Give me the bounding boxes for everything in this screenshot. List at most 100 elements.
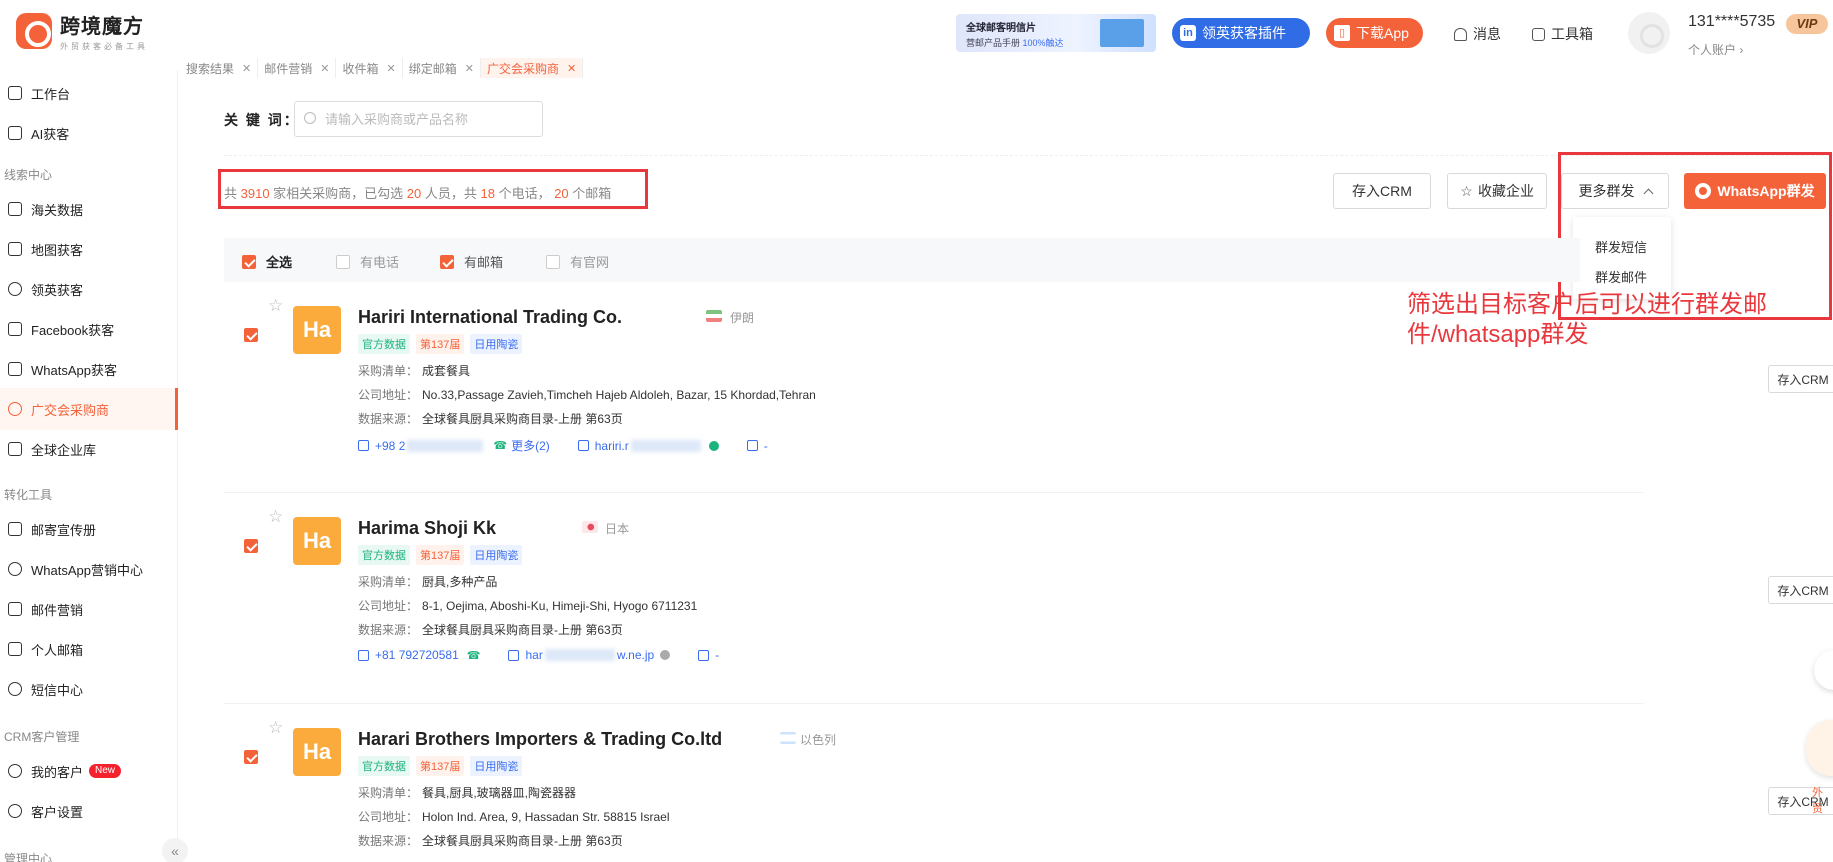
floating-cart-button[interactable] <box>1814 650 1833 690</box>
star-icon: ☆ <box>1460 182 1473 199</box>
keyword-search-input[interactable] <box>294 101 543 137</box>
sidebar-item-linkedin[interactable]: 领英获客 <box>8 276 83 302</box>
filter-has-website[interactable]: 有官网 <box>546 252 609 271</box>
sidebar-collapse-button[interactable]: « <box>162 838 188 862</box>
company-logo: Ha <box>293 517 341 565</box>
sidebar-item-sms[interactable]: 短信中心 <box>8 676 83 702</box>
tag-category: 日用陶瓷 <box>470 756 523 776</box>
phone-icon <box>358 440 369 451</box>
sidebar-item-customer-settings[interactable]: 客户设置 <box>8 798 83 824</box>
toolbox-link[interactable]: 工具箱 <box>1532 24 1593 44</box>
monitor-icon <box>746 440 758 451</box>
download-app-button[interactable]: ▯ 下载App <box>1326 18 1423 48</box>
tab-search-results[interactable]: 搜索结果 ✕ <box>180 58 259 78</box>
tag-category: 日用陶瓷 <box>470 334 523 354</box>
promo-banner[interactable]: 全球邮客明信片 营邮产品手册 100%触达 <box>956 14 1156 52</box>
sidebar-item-global-companies[interactable]: 全球企业库 <box>8 436 96 462</box>
data-source: 数据来源： 全球餐具厨具采购商目录-上册 第63页 <box>358 834 623 848</box>
tab-label: 邮件营销 <box>264 61 313 76</box>
phone-contact[interactable]: +81 792720581 ☎ <box>358 648 480 662</box>
row-save-crm-button[interactable]: 存入CRM <box>1768 365 1833 393</box>
sidebar-item-label: 邮寄宣传册 <box>31 522 97 538</box>
row-checkbox[interactable] <box>244 328 258 342</box>
tab-bind-email[interactable]: 绑定邮箱 ✕ <box>403 58 481 78</box>
tab-canton-fair-buyers[interactable]: 广交会采购商 ✕ <box>480 58 584 78</box>
building-icon <box>8 442 22 456</box>
sidebar-item-whatsapp-center[interactable]: WhatsApp营销中心 <box>8 556 143 582</box>
mail-icon <box>577 440 589 451</box>
contact-row: +98 2 ☎ 更多(2) hariri.r - <box>358 437 796 454</box>
tag-session: 第137届 <box>416 545 465 565</box>
more-phones-link[interactable]: 更多(2) <box>511 437 550 454</box>
website-contact[interactable]: - <box>746 439 768 453</box>
floating-assistant-avatar[interactable] <box>1806 720 1833 776</box>
map-icon <box>8 242 22 256</box>
star-icon[interactable]: ☆ <box>268 507 283 527</box>
app-logo[interactable]: 跨境魔方 外贸获客必备工具 <box>16 10 148 52</box>
sidebar-item-label: 客户设置 <box>31 804 84 820</box>
country: 日本 <box>605 522 630 536</box>
filter-label: 有官网 <box>570 255 610 270</box>
sidebar-item-customs[interactable]: 海关数据 <box>8 196 83 222</box>
tab-label: 广交会采购商 <box>486 61 559 76</box>
close-icon[interactable]: ✕ <box>320 62 329 75</box>
website-contact[interactable]: - <box>698 648 719 662</box>
star-icon[interactable]: ☆ <box>268 718 283 738</box>
sidebar-item-label: 广交会采购商 <box>31 402 110 418</box>
row-save-crm-button[interactable]: 存入CRM <box>1768 576 1833 604</box>
avatar[interactable] <box>1628 12 1670 54</box>
sidebar-item-brochure[interactable]: 邮寄宣传册 <box>8 516 96 542</box>
company-name[interactable]: Hariri International Trading Co. <box>358 307 622 328</box>
section-conversion: 转化工具 <box>4 488 53 502</box>
sidebar-item-ai[interactable]: AI获客 <box>8 120 69 146</box>
select-all-checkbox[interactable]: 全选 <box>242 252 292 271</box>
company-name[interactable]: Harari Brothers Importers & Trading Co.l… <box>358 729 722 750</box>
close-icon[interactable]: ✕ <box>242 62 251 75</box>
checkbox-checked-icon <box>440 254 454 269</box>
sidebar-item-workbench[interactable]: 工作台 <box>8 80 70 106</box>
linkedin-plugin-button[interactable]: in 领英获客插件 <box>1172 18 1310 48</box>
purchase-list: 采购清单： 厨具,多种产品 <box>358 575 498 589</box>
sidebar-item-label: 短信中心 <box>31 682 84 698</box>
close-icon[interactable]: ✕ <box>567 62 576 75</box>
tab-email-marketing[interactable]: 邮件营销 ✕ <box>258 58 337 78</box>
filter-has-phone[interactable]: 有电话 <box>336 252 399 271</box>
close-icon[interactable]: ✕ <box>465 62 474 75</box>
sidebar-item-label: AI获客 <box>31 126 70 142</box>
tab-label: 收件箱 <box>342 61 379 76</box>
email-contact[interactable]: har w.ne.jp <box>508 648 671 662</box>
star-icon[interactable]: ☆ <box>268 296 283 316</box>
phone-icon: ▯ <box>1334 25 1350 41</box>
personal-account-link[interactable]: 个人账户 › <box>1688 41 1743 58</box>
tab-inbox[interactable]: 收件箱 ✕ <box>336 58 403 78</box>
phone-contact[interactable]: +98 2 ☎ 更多(2) <box>358 437 550 454</box>
save-crm-button[interactable]: 存入CRM <box>1333 173 1431 209</box>
contact-row: +81 792720581 ☎ har w.ne.jp - <box>358 648 747 662</box>
tag-official: 官方数据 <box>358 545 410 565</box>
filter-label: 全选 <box>266 255 293 270</box>
row-checkbox[interactable] <box>244 750 258 764</box>
company-name[interactable]: Harima Shoji Kk <box>358 518 496 539</box>
sidebar-item-facebook[interactable]: Facebook获客 <box>8 316 114 342</box>
messages-link[interactable]: 消息 <box>1454 24 1501 44</box>
sidebar-item-whatsapp[interactable]: WhatsApp获客 <box>8 356 117 382</box>
linkedin-icon: in <box>1180 25 1196 41</box>
sidebar-item-my-customers[interactable]: 我的客户 New <box>8 758 122 784</box>
promo-highlight: 100%触达 <box>1022 38 1064 48</box>
mailbox-icon <box>8 522 22 536</box>
row-checkbox[interactable] <box>244 539 258 553</box>
purchase-list: 采购清单： 成套餐具 <box>358 364 471 378</box>
sidebar-item-label: 地图获客 <box>31 242 84 258</box>
keyword-label: 关 键 词： <box>224 112 300 128</box>
sidebar-item-personal-email[interactable]: 个人邮箱 <box>8 636 83 662</box>
sidebar-item-email-marketing[interactable]: 邮件营销 <box>8 596 83 622</box>
filter-has-email[interactable]: 有邮箱 <box>440 252 503 271</box>
favorite-company-button[interactable]: ☆ 收藏企业 <box>1447 173 1547 209</box>
sidebar-item-canton-fair[interactable]: 广交会采购商 <box>8 396 109 422</box>
close-icon[interactable]: ✕ <box>386 62 395 75</box>
vip-badge[interactable]: VIP <box>1786 14 1828 34</box>
email-contact[interactable]: hariri.r <box>577 439 719 453</box>
unverified-icon <box>660 650 671 660</box>
flag-icon <box>582 521 598 533</box>
sidebar-item-map[interactable]: 地图获客 <box>8 236 83 262</box>
